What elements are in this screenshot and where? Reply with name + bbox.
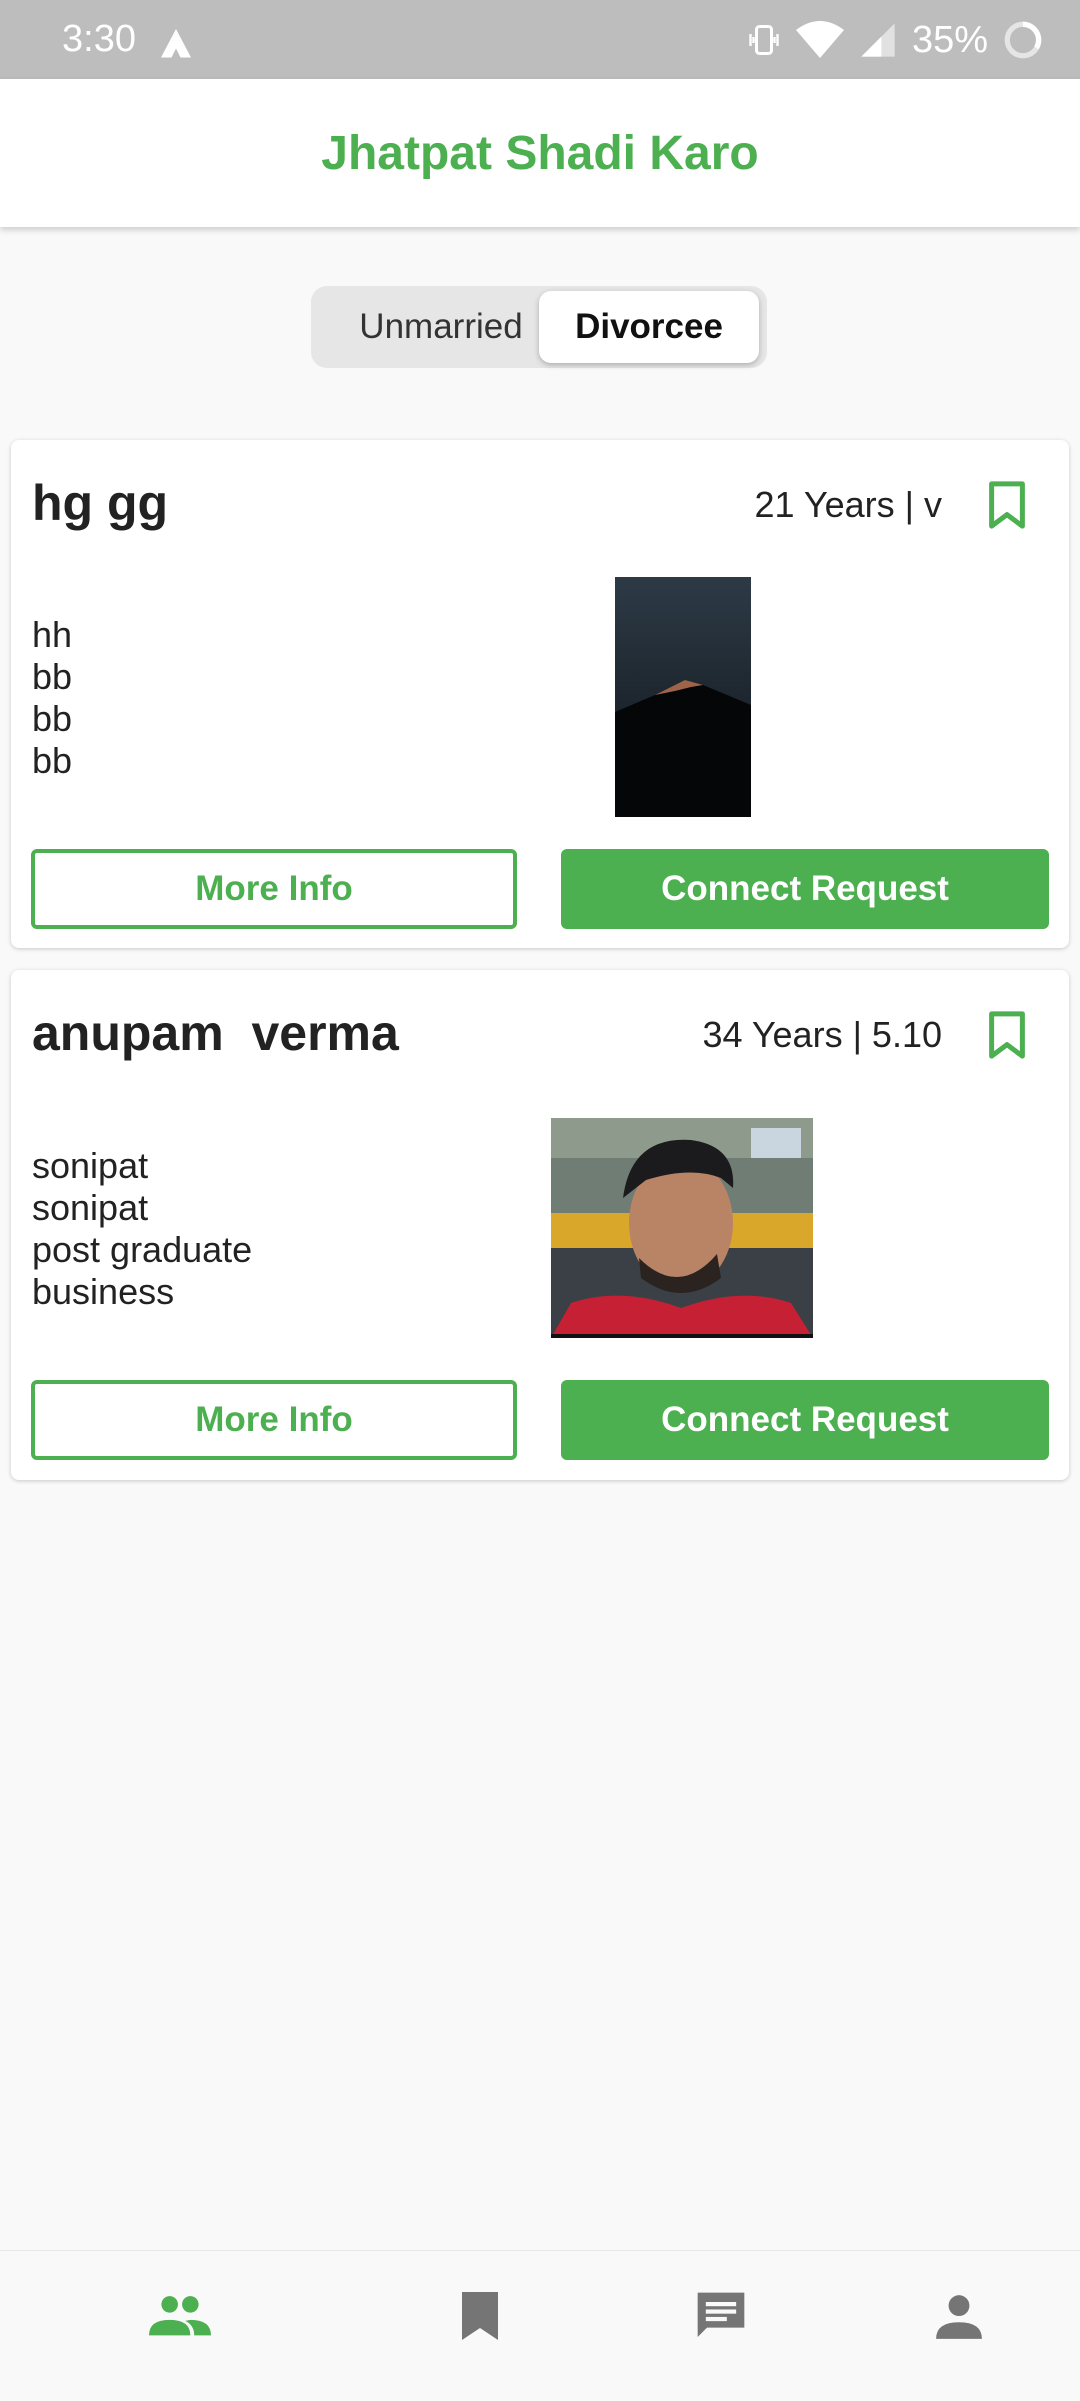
- profile-photo[interactable]: [615, 577, 751, 817]
- connect-request-button[interactable]: Connect Request: [561, 1380, 1049, 1460]
- bookmark-icon[interactable]: [987, 480, 1027, 530]
- vibrate-icon: [749, 25, 779, 55]
- bottom-navigation: [0, 2250, 1080, 2401]
- profile-card[interactable]: hg gg 21 Years | v hh bb bb bb More Info…: [11, 440, 1069, 948]
- profile-name: hg gg: [32, 475, 169, 531]
- alert-icon: [161, 29, 191, 58]
- segment-unmarried[interactable]: Unmarried: [319, 291, 563, 363]
- profile-details: sonipat sonipat post graduate business: [32, 1145, 252, 1313]
- segment-divorcee[interactable]: Divorcee: [539, 291, 759, 363]
- battery-icon: [1004, 21, 1042, 59]
- status-time: 3:30: [62, 18, 136, 60]
- profile-age-height: 21 Years | v: [754, 484, 943, 525]
- signal-icon: [861, 23, 895, 57]
- wifi-icon: [795, 21, 844, 58]
- profile-name: anupam verma: [32, 1005, 399, 1061]
- detail-line: bb: [32, 740, 73, 781]
- profile-photo[interactable]: [551, 1118, 813, 1338]
- status-icons: 35%: [746, 18, 1044, 62]
- connect-request-button[interactable]: Connect Request: [561, 849, 1049, 929]
- more-info-button[interactable]: More Info: [31, 1380, 517, 1460]
- people-icon: [149, 2296, 211, 2336]
- app-title: Jhatpat Shadi Karo: [321, 126, 759, 180]
- bookmark-icon[interactable]: [987, 1010, 1027, 1060]
- person-icon: [936, 2295, 982, 2339]
- profile-age-height: 34 Years | 5.10: [702, 1014, 942, 1055]
- more-info-button[interactable]: More Info: [31, 849, 517, 929]
- detail-line: hh: [32, 614, 73, 655]
- nav-messages[interactable]: [686, 2281, 756, 2351]
- detail-line: post graduate: [32, 1229, 253, 1270]
- detail-line: bb: [32, 656, 73, 697]
- nav-people[interactable]: [145, 2281, 215, 2351]
- detail-line: bb: [32, 698, 73, 739]
- nav-profile[interactable]: [924, 2281, 994, 2351]
- app-bar: Jhatpat Shadi Karo: [0, 79, 1080, 227]
- nav-bookmarks[interactable]: [445, 2281, 515, 2351]
- battery-percentage: 35%: [911, 18, 988, 61]
- detail-line: business: [32, 1271, 175, 1312]
- profile-details: hh bb bb bb: [32, 614, 72, 782]
- detail-line: sonipat: [32, 1145, 149, 1186]
- detail-line: sonipat: [32, 1187, 149, 1228]
- bookmark-icon: [462, 2292, 498, 2340]
- status-bar: 3:30 35%: [0, 0, 1080, 79]
- chat-icon: [697, 2292, 745, 2337]
- profile-card[interactable]: anupam verma 34 Years | 5.10 sonipat son…: [11, 970, 1069, 1480]
- marital-status-segment: Unmarried Divorcee: [311, 286, 767, 368]
